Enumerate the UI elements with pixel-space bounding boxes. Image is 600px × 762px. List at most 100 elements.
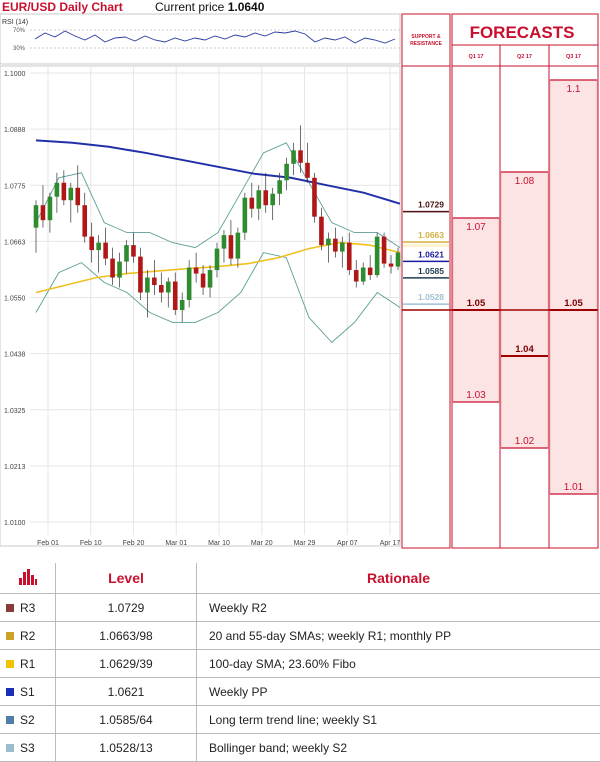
y-tick-label: 1.0663 xyxy=(4,239,26,246)
level-rationale: 20 and 55-day SMAs; weekly R1; monthly P… xyxy=(197,622,600,650)
y-tick-label: 1.0775 xyxy=(4,183,26,190)
level-code: S1 xyxy=(20,685,35,699)
candle-body xyxy=(312,178,317,217)
level-code: R2 xyxy=(20,629,35,643)
x-tick-label: Feb 01 xyxy=(37,540,59,547)
forecast-mid-label: 1.04 xyxy=(515,344,534,355)
level-color-swatch xyxy=(6,632,14,640)
candle-body xyxy=(82,205,87,236)
chart-panel: EUR/USD Daily Chart Current price 1.0640… xyxy=(0,0,600,550)
forecast-low-label: 1.01 xyxy=(564,482,584,493)
candle-body xyxy=(263,190,268,205)
table-row: R3 1.0729Weekly R2 xyxy=(0,594,600,622)
table-row: S31.0528/13Bollinger band; weekly S2 xyxy=(0,734,600,762)
candle-body xyxy=(96,243,101,250)
sr-label: 1.0663 xyxy=(418,230,444,240)
candle-body xyxy=(375,237,380,275)
candle-body xyxy=(319,217,324,245)
rsi-tick-70: 70% xyxy=(13,28,26,34)
forecast-col-header: Q2 17 xyxy=(517,54,532,60)
level-header: Level xyxy=(56,563,197,594)
x-tick-label: Feb 10 xyxy=(80,540,102,547)
forecast-range xyxy=(550,80,597,494)
candle-body xyxy=(69,188,74,200)
candle-body xyxy=(124,245,129,261)
table-row: R1 1.0629/39100-day SMA; 23.60% Fibo xyxy=(0,650,600,678)
candle-body xyxy=(291,150,296,163)
candle-body xyxy=(208,270,213,287)
levels-table: Level Rationale R3 1.0729Weekly R2R21.066… xyxy=(0,563,600,762)
candle-body xyxy=(389,264,394,267)
x-axis: Feb 01Feb 10Feb 20Mar 01Mar 10Mar 20Mar … xyxy=(37,540,400,547)
candle-body xyxy=(277,180,282,193)
rationale-header: Rationale xyxy=(197,563,600,594)
candle-body xyxy=(152,278,157,285)
rsi-tick-30: 30% xyxy=(13,46,26,52)
candle-body xyxy=(382,237,387,264)
candle-body xyxy=(354,270,359,281)
candle-body xyxy=(229,235,234,258)
candle-body xyxy=(326,239,331,245)
level-value: 1.0585/64 xyxy=(56,706,197,734)
forecast-mid-label: 1.05 xyxy=(564,298,583,309)
y-tick-label: 1.1000 xyxy=(4,71,26,78)
forecast-high-label: 1.08 xyxy=(515,176,535,187)
level-rationale: Long term trend line; weekly S1 xyxy=(197,706,600,734)
x-tick-label: Mar 29 xyxy=(294,540,316,547)
y-tick-label: 1.0438 xyxy=(4,352,26,359)
candle-body xyxy=(368,268,373,275)
table-row: S11.0621Weekly PP xyxy=(0,678,600,706)
forecast-mid-label: 1.05 xyxy=(467,298,486,309)
y-tick-label: 1.0213 xyxy=(4,464,26,471)
chart-title: EUR/USD Daily Chart xyxy=(2,0,123,14)
level-rationale: Bollinger band; weekly S2 xyxy=(197,734,600,762)
price-chart: RSI (14) 70% 30% 1.1000 1.0888 1.0775 1.066… xyxy=(0,0,600,550)
forecasts-title: FORECASTS xyxy=(470,23,575,42)
y-tick-label: 1.0888 xyxy=(4,127,26,134)
x-tick-label: Feb 20 xyxy=(123,540,145,547)
candle-body xyxy=(145,278,150,293)
candle-body xyxy=(333,239,338,252)
forecast-high-label: 1.1 xyxy=(567,84,581,95)
y-tick-label: 1.0100 xyxy=(4,520,26,527)
level-color-swatch xyxy=(6,604,14,612)
y-tick-label: 1.0325 xyxy=(4,408,26,415)
table-row: R21.0663/9820 and 55-day SMAs; weekly R1… xyxy=(0,622,600,650)
x-tick-label: Apr 17 xyxy=(380,540,401,547)
current-price-value: 1.0640 xyxy=(228,0,265,14)
level-color-swatch xyxy=(6,716,14,724)
candle-body xyxy=(243,198,248,233)
level-code-cell: R1 xyxy=(0,650,56,678)
y-tick-label: 1.0550 xyxy=(4,296,26,303)
candle-body xyxy=(166,282,171,293)
level-code-cell: R2 xyxy=(0,622,56,650)
level-value: 1.0729 xyxy=(56,594,197,622)
candle-body xyxy=(159,285,164,292)
level-rationale: Weekly R2 xyxy=(197,594,600,622)
candle-body xyxy=(41,205,46,220)
x-tick-label: Mar 20 xyxy=(251,540,273,547)
candle-body xyxy=(55,183,60,197)
level-color-swatch xyxy=(6,688,14,696)
candle-body xyxy=(131,245,136,256)
candle-body xyxy=(187,268,192,300)
bar-chart-icon xyxy=(0,563,56,594)
level-code-cell: R3 xyxy=(0,594,56,622)
level-code: R1 xyxy=(20,657,35,671)
level-rationale: 100-day SMA; 23.60% Fibo xyxy=(197,650,600,678)
candle-body xyxy=(250,198,255,209)
candle-body xyxy=(110,259,115,278)
candle-body xyxy=(340,243,345,252)
candle-body xyxy=(48,197,53,220)
sr-header-line2: RESISTANCE xyxy=(410,41,443,47)
level-code-cell: S2 xyxy=(0,706,56,734)
table-row: S21.0585/64Long term trend line; weekly … xyxy=(0,706,600,734)
level-value: 1.0629/39 xyxy=(56,650,197,678)
rsi-label: RSI (14) xyxy=(2,19,28,26)
candle-body xyxy=(270,194,275,205)
candle-body xyxy=(180,300,185,310)
level-code: R3 xyxy=(20,601,35,615)
level-value: 1.0528/13 xyxy=(56,734,197,762)
rsi-panel: RSI (14) 70% 30% xyxy=(0,14,400,64)
sr-label: 1.0621 xyxy=(418,249,444,259)
